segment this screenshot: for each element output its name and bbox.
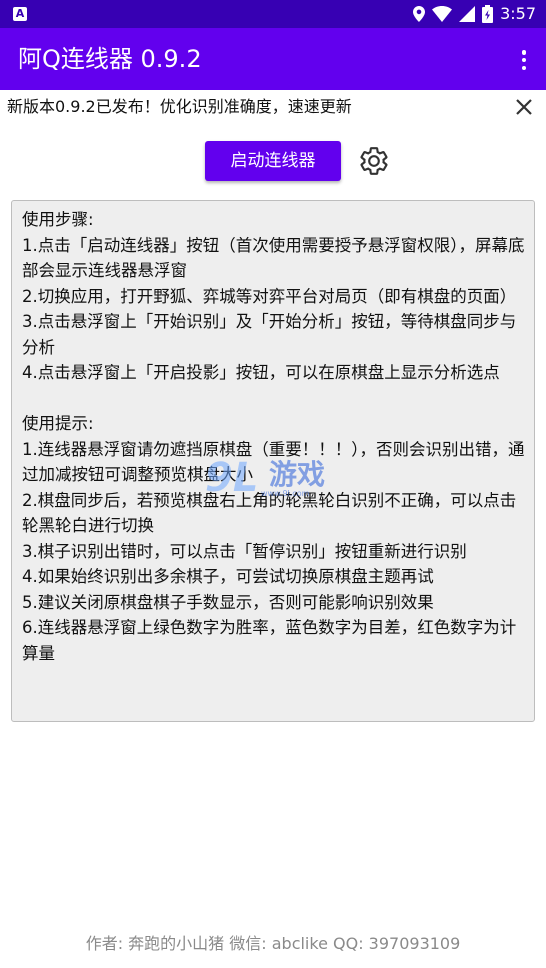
signal-icon: [459, 6, 476, 22]
location-icon: [413, 6, 426, 22]
tip-2: 2.棋盘同步后，若预览棋盘右上角的轮黑轮白识别不正确，可以点击轮黑轮白进行切换: [22, 490, 517, 536]
more-vert-icon[interactable]: [516, 48, 532, 72]
usage-step-1: 1.点击「启动连线器」按钮（首次使用需要授予悬浮窗权限），屏幕底部会显示连线器悬…: [22, 235, 525, 281]
tip-1: 1.连线器悬浮窗请勿遮挡原棋盘（重要！！！），否则会识别出错，通过加减按钮可调整…: [22, 439, 525, 485]
update-notice-text: 新版本0.9.2已发布！优化识别准确度，速速更新: [7, 97, 352, 116]
tip-4: 4.如果始终识别出多余棋子，可尝试切换原棋盘主题再试: [22, 567, 434, 586]
tip-3: 3.棋子识别出错时，可以点击「暂停识别」按钮重新进行识别: [22, 541, 467, 561]
app-title: 阿Q连线器 0.9.2: [18, 45, 202, 73]
tips-title: 使用提示:: [22, 414, 94, 433]
status-icons: 3:57: [413, 4, 536, 24]
gear-icon[interactable]: [358, 145, 390, 177]
notification-a-icon: A: [13, 7, 27, 21]
close-icon[interactable]: [514, 97, 534, 117]
battery-icon: [482, 5, 494, 23]
tip-5: 5.建议关闭原棋盘棋子手数显示，否则可能影响识别效果: [22, 592, 434, 612]
instructions-panel: 使用步骤: 1.点击「启动连线器」按钮（首次使用需要授予悬浮窗权限），屏幕底部会…: [11, 200, 535, 722]
author-footer: 作者: 奔跑的小山猪 微信: abclike QQ: 397093109: [85, 934, 461, 953]
usage-step-4: 4.点击悬浮窗上「开启投影」按钮，可以在原棋盘上显示分析选点: [22, 363, 500, 382]
start-connector-button[interactable]: 启动连线器: [205, 141, 341, 181]
wifi-icon: [432, 6, 453, 22]
tip-6: 6.连线器悬浮窗上绿色数字为胜率，蓝色数字为目差，红色数字为计算量: [22, 618, 517, 663]
status-bar: A 3:57: [0, 0, 546, 28]
update-notice: 新版本0.9.2已发布！优化识别准确度，速速更新: [0, 90, 546, 124]
usage-title: 使用步骤:: [22, 210, 94, 229]
app-bar: 阿Q连线器 0.9.2: [0, 28, 546, 90]
usage-step-2: 2.切换应用，打开野狐、弈城等对弈平台对局页（即有棋盘的页面）: [22, 286, 517, 306]
usage-step-3: 3.点击悬浮窗上「开始识别」及「开始分析」按钮，等待棋盘同步与分析: [22, 312, 517, 357]
status-time: 3:57: [500, 4, 536, 23]
